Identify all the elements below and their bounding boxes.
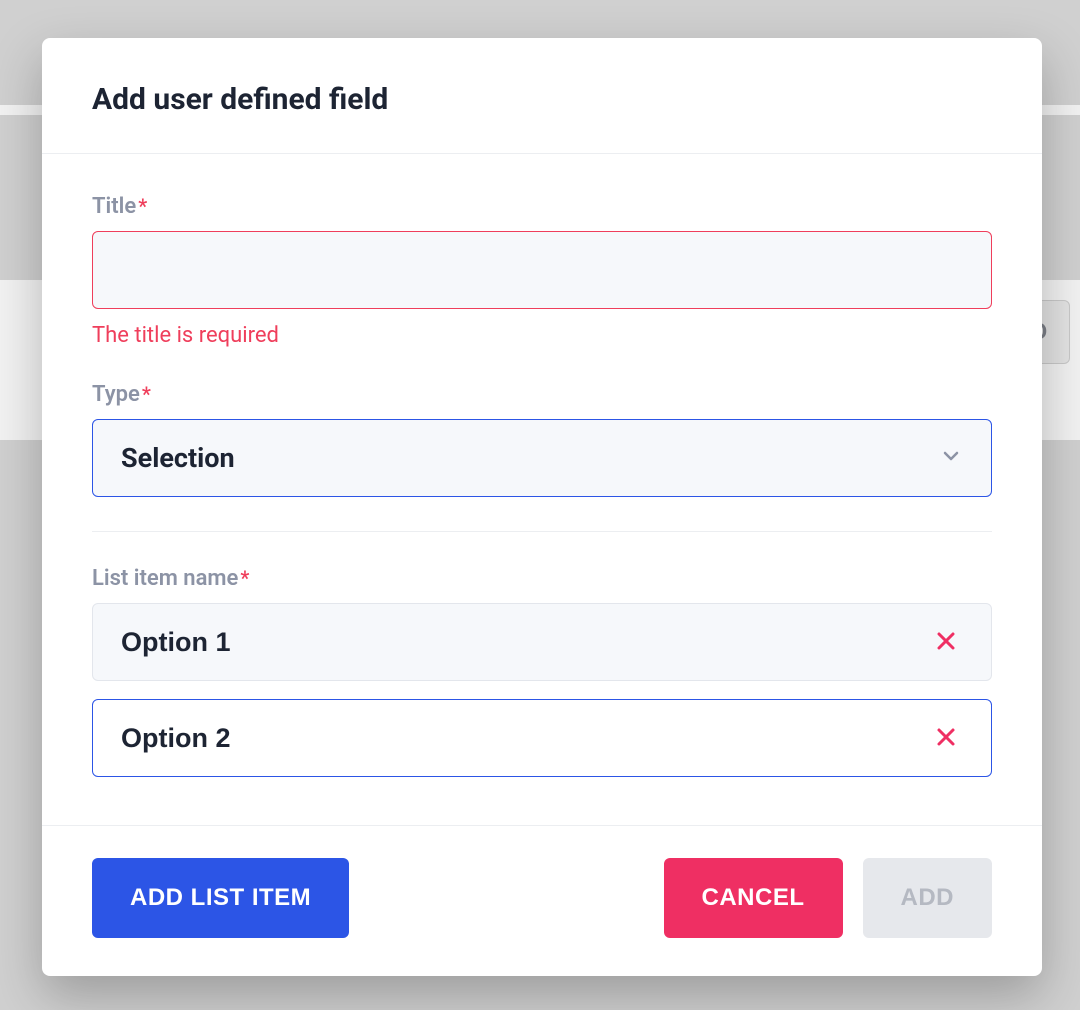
required-asterisk: * bbox=[138, 194, 147, 218]
remove-list-item-button[interactable] bbox=[929, 625, 963, 659]
title-input[interactable] bbox=[92, 231, 992, 309]
add-user-defined-field-modal: Add user defined field Title* The title … bbox=[42, 38, 1042, 976]
list-item-input[interactable] bbox=[121, 627, 929, 658]
title-label: Title* bbox=[92, 194, 992, 219]
list-item-name-label-text: List item name bbox=[92, 566, 238, 591]
section-divider bbox=[92, 531, 992, 532]
modal-footer: ADD LIST ITEM CANCEL ADD bbox=[42, 825, 1042, 976]
modal-header: Add user defined field bbox=[42, 38, 1042, 154]
type-field: Type* Selection bbox=[92, 382, 992, 497]
list-item-name-field: List item name* bbox=[92, 566, 992, 777]
title-field: Title* The title is required bbox=[92, 194, 992, 348]
list-item-row bbox=[92, 603, 992, 681]
modal-title: Add user defined field bbox=[92, 82, 992, 117]
type-select-value: Selection bbox=[121, 442, 939, 474]
close-icon bbox=[934, 629, 958, 656]
close-icon bbox=[934, 725, 958, 752]
add-list-item-button[interactable]: ADD LIST ITEM bbox=[92, 858, 349, 938]
title-label-text: Title bbox=[92, 194, 136, 219]
title-error-text: The title is required bbox=[92, 323, 992, 348]
type-label: Type* bbox=[92, 382, 992, 407]
type-select[interactable]: Selection bbox=[92, 419, 992, 497]
cancel-button[interactable]: CANCEL bbox=[664, 858, 843, 938]
remove-list-item-button[interactable] bbox=[929, 721, 963, 755]
list-item-row bbox=[92, 699, 992, 777]
add-button: ADD bbox=[863, 858, 993, 938]
required-asterisk: * bbox=[142, 382, 151, 406]
required-asterisk: * bbox=[240, 566, 249, 590]
chevron-down-icon bbox=[939, 444, 963, 472]
modal-body: Title* The title is required Type* Selec… bbox=[42, 154, 1042, 825]
list-item-name-label: List item name* bbox=[92, 566, 992, 591]
list-item-input[interactable] bbox=[121, 723, 929, 754]
type-label-text: Type bbox=[92, 382, 140, 407]
